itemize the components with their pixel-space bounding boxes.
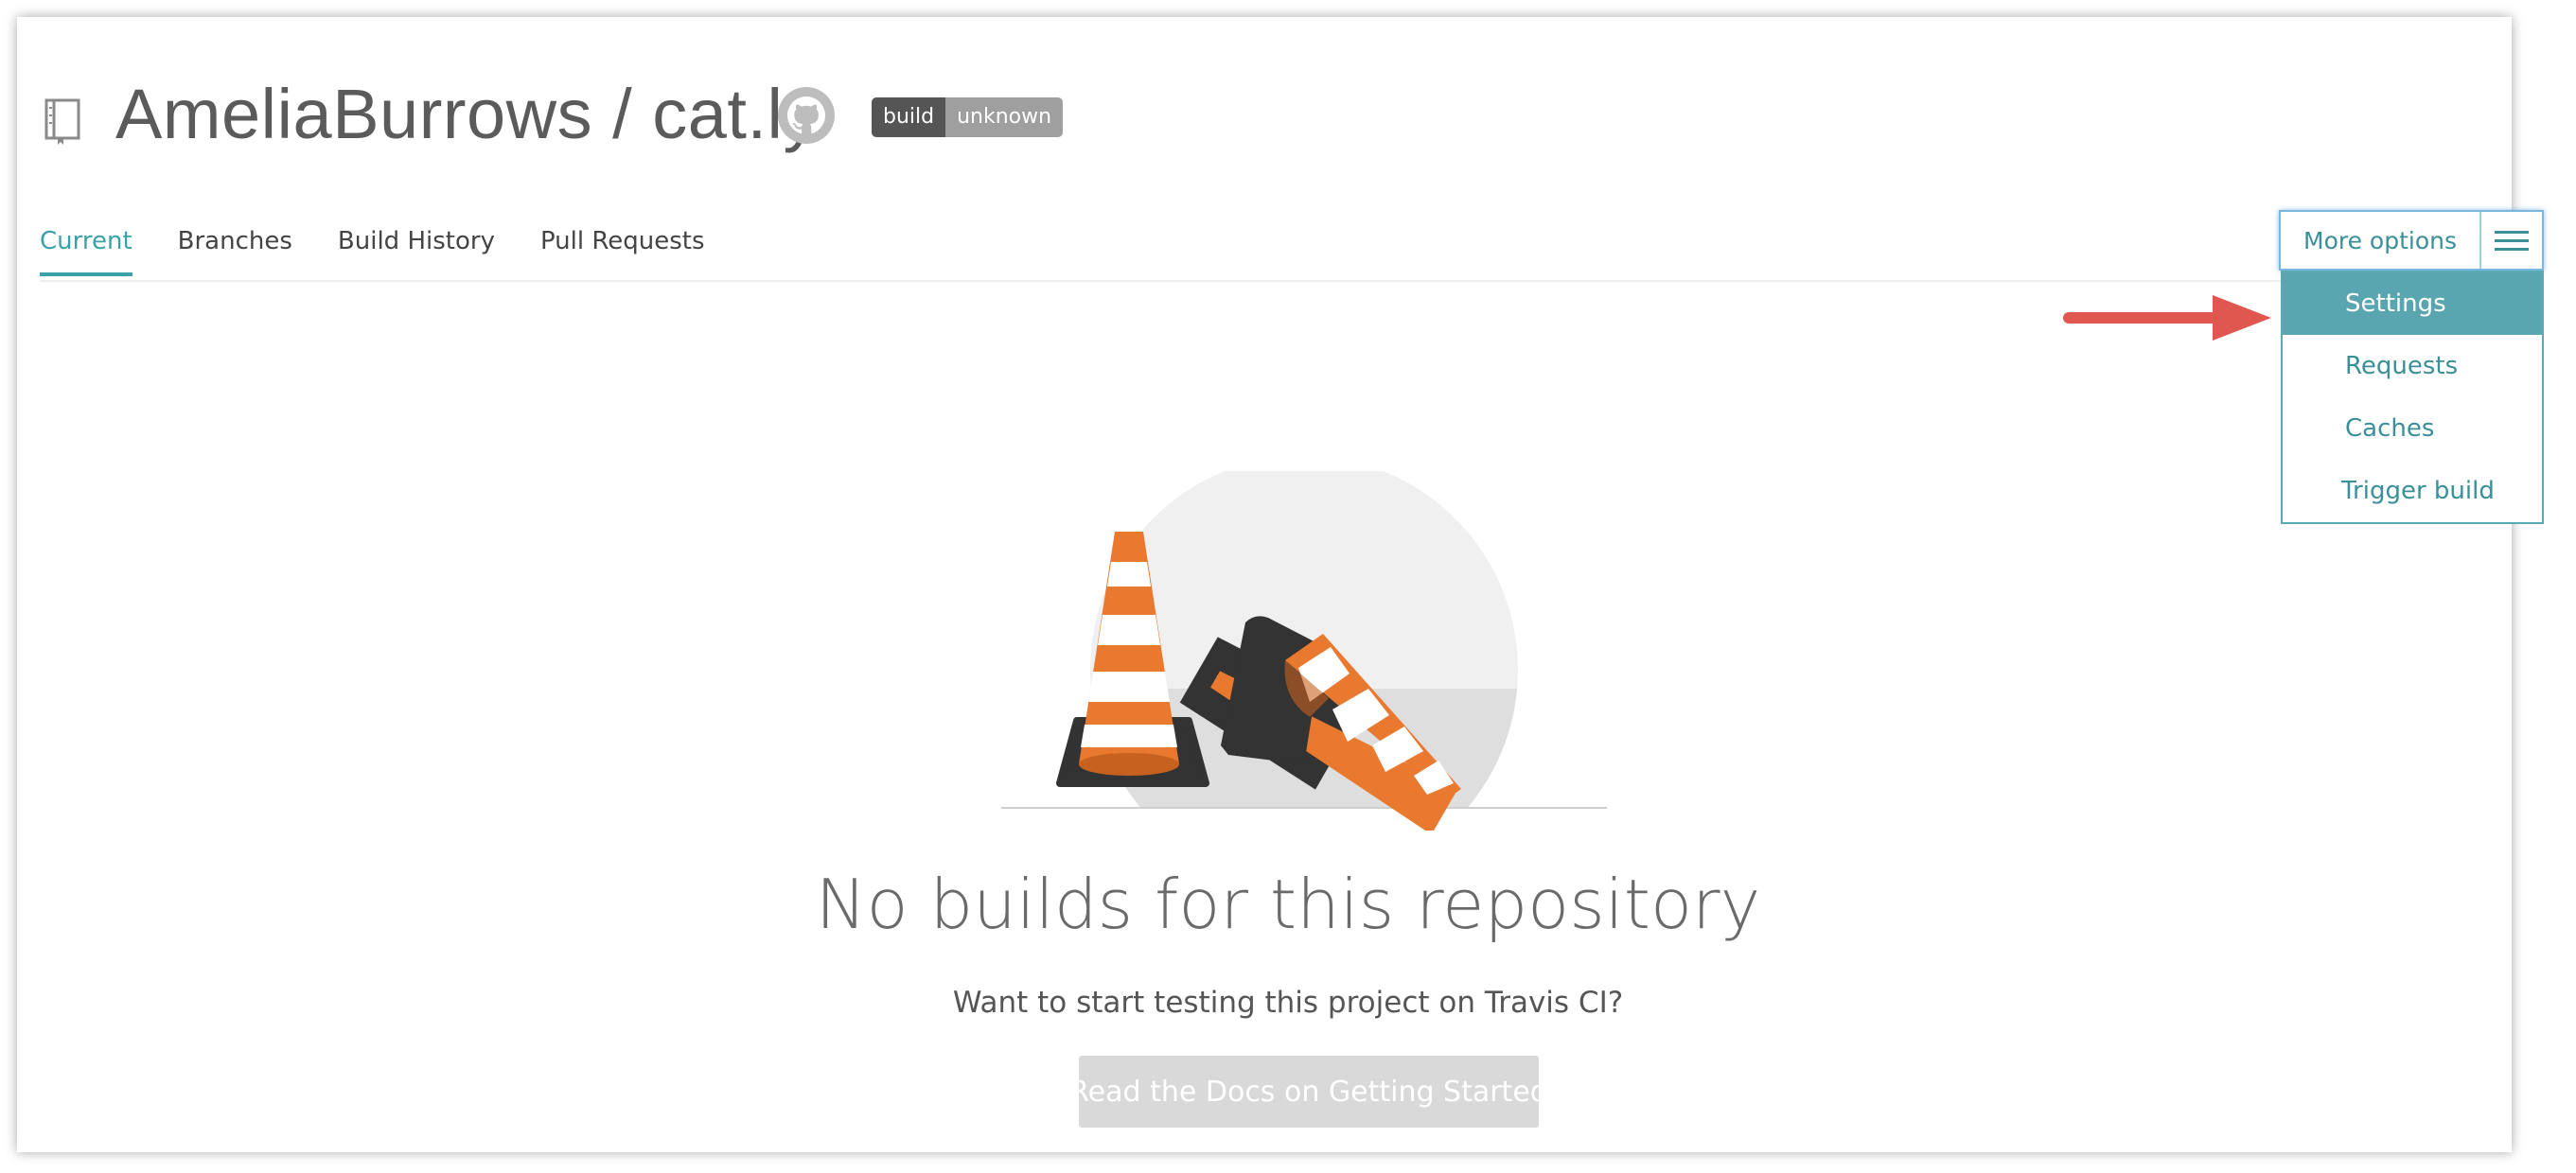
more-options-menu: Settings Requests Caches Trigger build (2281, 271, 2544, 524)
tab-build-history[interactable]: Build History (338, 227, 495, 276)
menu-item-trigger-build[interactable]: Trigger build (2283, 460, 2542, 522)
tab-current[interactable]: Current (40, 227, 132, 276)
read-docs-button[interactable]: Read the Docs on Getting Started (1069, 1056, 1548, 1128)
red-arrow-icon (2063, 295, 2271, 341)
badge-status: unknown (945, 97, 1064, 137)
repo-title: AmeliaBurrows / cat.ly (115, 75, 819, 153)
traffic-cones-illustration (1001, 471, 1607, 831)
more-options-button[interactable]: More options (2279, 210, 2544, 271)
build-status-badge[interactable]: build unknown (872, 97, 1064, 137)
empty-state-title: No builds for this repository (815, 865, 1761, 944)
empty-state-subtitle: Want to start testing this project on Tr… (952, 986, 1624, 1020)
repo-tabs: Current Branches Build History Pull Requ… (40, 227, 750, 276)
tab-branches[interactable]: Branches (178, 227, 292, 276)
github-icon[interactable] (776, 85, 837, 146)
hamburger-icon[interactable] (2481, 212, 2542, 269)
menu-item-settings[interactable]: Settings (2283, 272, 2542, 335)
app-window: AmeliaBurrows / cat.ly build unknown Cur… (17, 17, 2544, 1152)
badge-label: build (872, 97, 946, 137)
more-options-label[interactable]: More options (2281, 212, 2481, 269)
tab-pull-requests[interactable]: Pull Requests (540, 227, 705, 276)
menu-item-caches[interactable]: Caches (2283, 397, 2542, 460)
menu-item-requests[interactable]: Requests (2283, 335, 2542, 397)
repo-book-icon (44, 98, 80, 145)
tabs-divider (40, 280, 2498, 282)
